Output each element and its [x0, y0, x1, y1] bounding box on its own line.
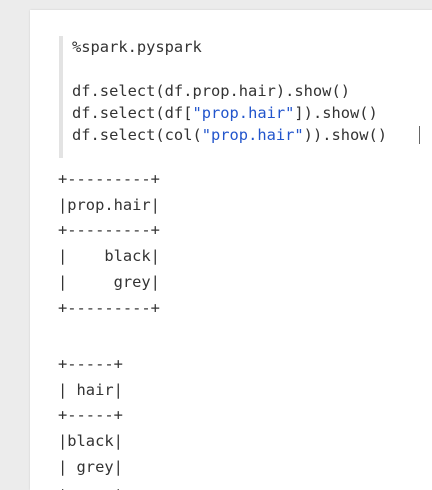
string-literal: "prop.hair": [192, 104, 295, 122]
output-line: | grey|: [58, 457, 123, 476]
output-line: +---------+: [58, 298, 160, 317]
output-line: |prop.hair|: [58, 195, 160, 214]
text-cursor: [419, 126, 420, 144]
code-line-interpreter: %spark.pyspark: [72, 38, 202, 56]
paragraph-output: +---------+ |prop.hair| +---------+ | bl…: [58, 167, 432, 490]
code-line-select-col: df.select(col("prop.hair")).show(): [72, 124, 387, 146]
output-line: | hair|: [58, 380, 123, 399]
paragraph-card: %spark.pyspark df.select(df.prop.hair).s…: [30, 10, 432, 490]
output-line: | black|: [58, 247, 160, 266]
code-token: ]).show(): [294, 104, 378, 122]
output-line: +---------+: [58, 221, 160, 240]
output-line: +---------+: [58, 170, 160, 188]
output-line: | grey|: [58, 272, 160, 291]
output-line: +-----+: [58, 481, 123, 490]
code-line-select-index: df.select(df["prop.hair"]).show(): [72, 102, 378, 124]
output-line: |black|: [58, 432, 123, 451]
output-line: +-----+: [58, 355, 123, 373]
string-literal: "prop.hair": [201, 126, 304, 144]
code-token: df.select(df[: [72, 104, 193, 122]
code-token: df.select(col(: [72, 126, 202, 144]
code-line-select-attr: df.select(df.prop.hair).show(): [72, 82, 350, 100]
code-editor[interactable]: %spark.pyspark df.select(df.prop.hair).s…: [59, 36, 432, 158]
output-line: +-----+: [58, 406, 123, 425]
code-token: )).show(): [303, 126, 388, 144]
